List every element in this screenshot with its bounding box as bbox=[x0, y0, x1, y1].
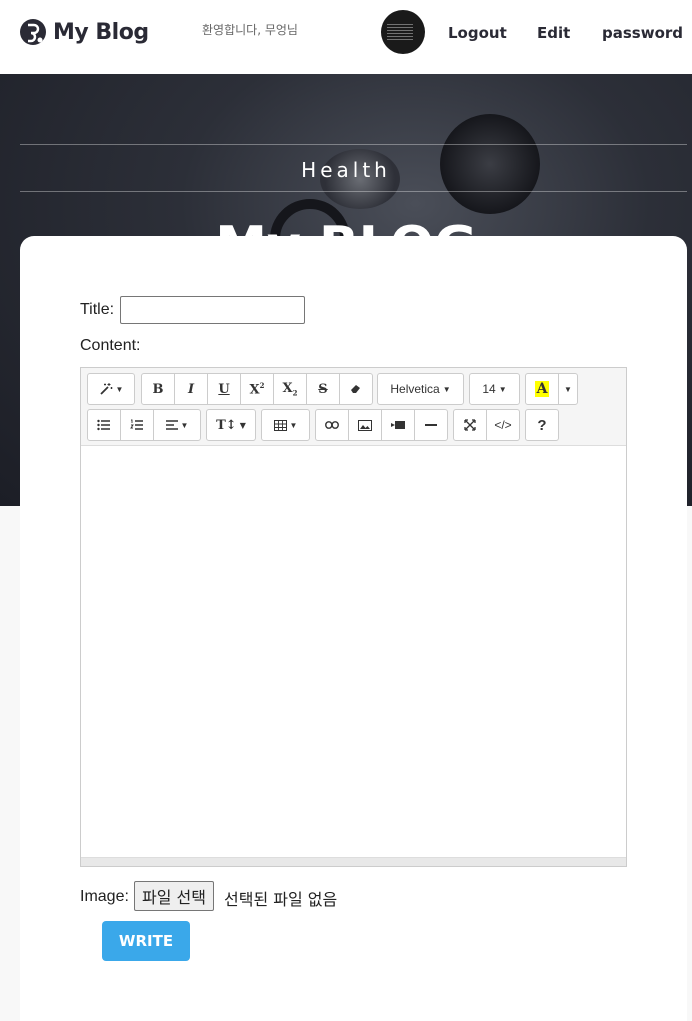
chevron-down-icon: ▼ bbox=[115, 384, 124, 394]
hero-category: Health bbox=[301, 158, 391, 182]
color-dropdown-button[interactable]: ▼ bbox=[558, 373, 578, 405]
font-name-group: Helvetica ▼ bbox=[377, 373, 464, 405]
unordered-list-icon bbox=[97, 419, 111, 431]
editor-toolbar: ▼ B I U X2 X2 S Helvetica ▼ 14 ▼ A ▼ ▼ T… bbox=[81, 368, 626, 446]
underline-button[interactable]: U bbox=[207, 373, 241, 405]
picture-icon bbox=[358, 419, 372, 431]
color-group: A ▼ bbox=[525, 373, 578, 405]
strikethrough-icon: S bbox=[318, 381, 328, 397]
bold-icon: B bbox=[152, 381, 164, 397]
editor-resize-handle[interactable] bbox=[81, 857, 626, 866]
chevron-down-icon: ▼ bbox=[180, 420, 189, 430]
chevron-down-icon: ▼ bbox=[498, 384, 507, 394]
underline-icon: U bbox=[218, 381, 230, 397]
table-button[interactable]: ▼ bbox=[261, 409, 310, 441]
font-style-group: B I U X2 X2 S bbox=[141, 373, 373, 405]
hr-button[interactable] bbox=[414, 409, 448, 441]
title-input[interactable] bbox=[120, 296, 305, 324]
logo[interactable]: My Blog bbox=[19, 18, 149, 46]
ordered-list-icon bbox=[130, 419, 144, 431]
style-group: ▼ bbox=[87, 373, 135, 405]
edit-link[interactable]: Edit bbox=[537, 24, 570, 42]
align-icon bbox=[165, 420, 178, 430]
code-view-button[interactable]: </> bbox=[486, 409, 520, 441]
logout-link[interactable]: Logout bbox=[448, 24, 507, 42]
list-group: ▼ bbox=[87, 409, 201, 441]
font-size-value: 14 bbox=[482, 382, 496, 396]
video-icon bbox=[391, 420, 405, 430]
write-button[interactable]: WRITE bbox=[102, 921, 190, 961]
chevron-down-icon: ▼ bbox=[289, 420, 298, 430]
magic-icon bbox=[99, 382, 113, 396]
link-icon bbox=[325, 421, 339, 429]
strikethrough-button[interactable]: S bbox=[306, 373, 340, 405]
unordered-list-button[interactable] bbox=[87, 409, 121, 441]
subscript-icon: X2 bbox=[282, 380, 298, 398]
hero-divider-top bbox=[20, 144, 687, 145]
password-link[interactable]: password bbox=[602, 24, 683, 42]
superscript-icon: X2 bbox=[249, 380, 265, 398]
fullscreen-icon bbox=[464, 419, 476, 431]
superscript-button[interactable]: X2 bbox=[240, 373, 274, 405]
font-name-dropdown[interactable]: Helvetica ▼ bbox=[377, 373, 464, 405]
view-group: </> bbox=[453, 409, 520, 441]
avatar[interactable] bbox=[381, 10, 425, 54]
paragraph-align-button[interactable]: ▼ bbox=[153, 409, 201, 441]
superscript-letter: X bbox=[249, 382, 260, 398]
table-group: ▼ bbox=[261, 409, 310, 441]
post-form-card: Title: Content: ▼ B I U X2 X2 S Helvetic bbox=[20, 236, 687, 1021]
editor-content-area[interactable] bbox=[81, 446, 626, 856]
chevron-down-icon: ▼ bbox=[564, 384, 572, 394]
chevron-down-icon: ▼ bbox=[442, 384, 451, 394]
site-header: My Blog 환영합니다, 무엉님 Logout Edit password bbox=[0, 0, 692, 74]
text-color-button[interactable]: A bbox=[525, 373, 559, 405]
insert-group bbox=[315, 409, 448, 441]
line-height-icon: T↕ bbox=[216, 417, 237, 433]
bold-button[interactable]: B bbox=[141, 373, 175, 405]
picture-button[interactable] bbox=[348, 409, 382, 441]
hr-icon bbox=[425, 423, 437, 427]
color-icon: A bbox=[534, 381, 550, 397]
logo-icon bbox=[19, 18, 47, 46]
font-size-group: 14 ▼ bbox=[469, 373, 520, 405]
content-label: Content: bbox=[80, 337, 141, 354]
logo-text: My Blog bbox=[53, 19, 149, 45]
title-label: Title: bbox=[80, 301, 115, 318]
help-group: ? bbox=[525, 409, 559, 441]
italic-icon: I bbox=[187, 381, 195, 397]
file-choose-button[interactable]: 파일 선택 bbox=[134, 881, 214, 911]
clear-format-button[interactable] bbox=[339, 373, 373, 405]
line-height-button[interactable]: T↕ ▼ bbox=[206, 409, 256, 441]
chevron-down-icon: ▼ bbox=[239, 420, 246, 430]
link-button[interactable] bbox=[315, 409, 349, 441]
help-icon: ? bbox=[537, 416, 547, 434]
table-icon bbox=[273, 419, 287, 431]
file-status-text: 선택된 파일 없음 bbox=[224, 890, 338, 909]
hero-divider-bottom bbox=[20, 191, 687, 192]
font-name-value: Helvetica bbox=[390, 382, 440, 396]
font-size-dropdown[interactable]: 14 ▼ bbox=[469, 373, 520, 405]
subscript-letter: X bbox=[282, 380, 293, 396]
image-label: Image: bbox=[80, 888, 129, 905]
ordered-list-button[interactable] bbox=[120, 409, 154, 441]
welcome-message: 환영합니다, 무엉님 bbox=[202, 23, 298, 37]
magic-style-button[interactable]: ▼ bbox=[87, 373, 135, 405]
help-button[interactable]: ? bbox=[525, 409, 559, 441]
italic-button[interactable]: I bbox=[174, 373, 208, 405]
fullscreen-button[interactable] bbox=[453, 409, 487, 441]
rich-text-editor: ▼ B I U X2 X2 S Helvetica ▼ 14 ▼ A ▼ ▼ T… bbox=[80, 367, 627, 867]
eraser-icon bbox=[350, 383, 362, 395]
video-button[interactable] bbox=[381, 409, 415, 441]
subscript-button[interactable]: X2 bbox=[273, 373, 307, 405]
height-group: T↕ ▼ bbox=[206, 409, 256, 441]
code-view-icon: </> bbox=[494, 418, 512, 432]
